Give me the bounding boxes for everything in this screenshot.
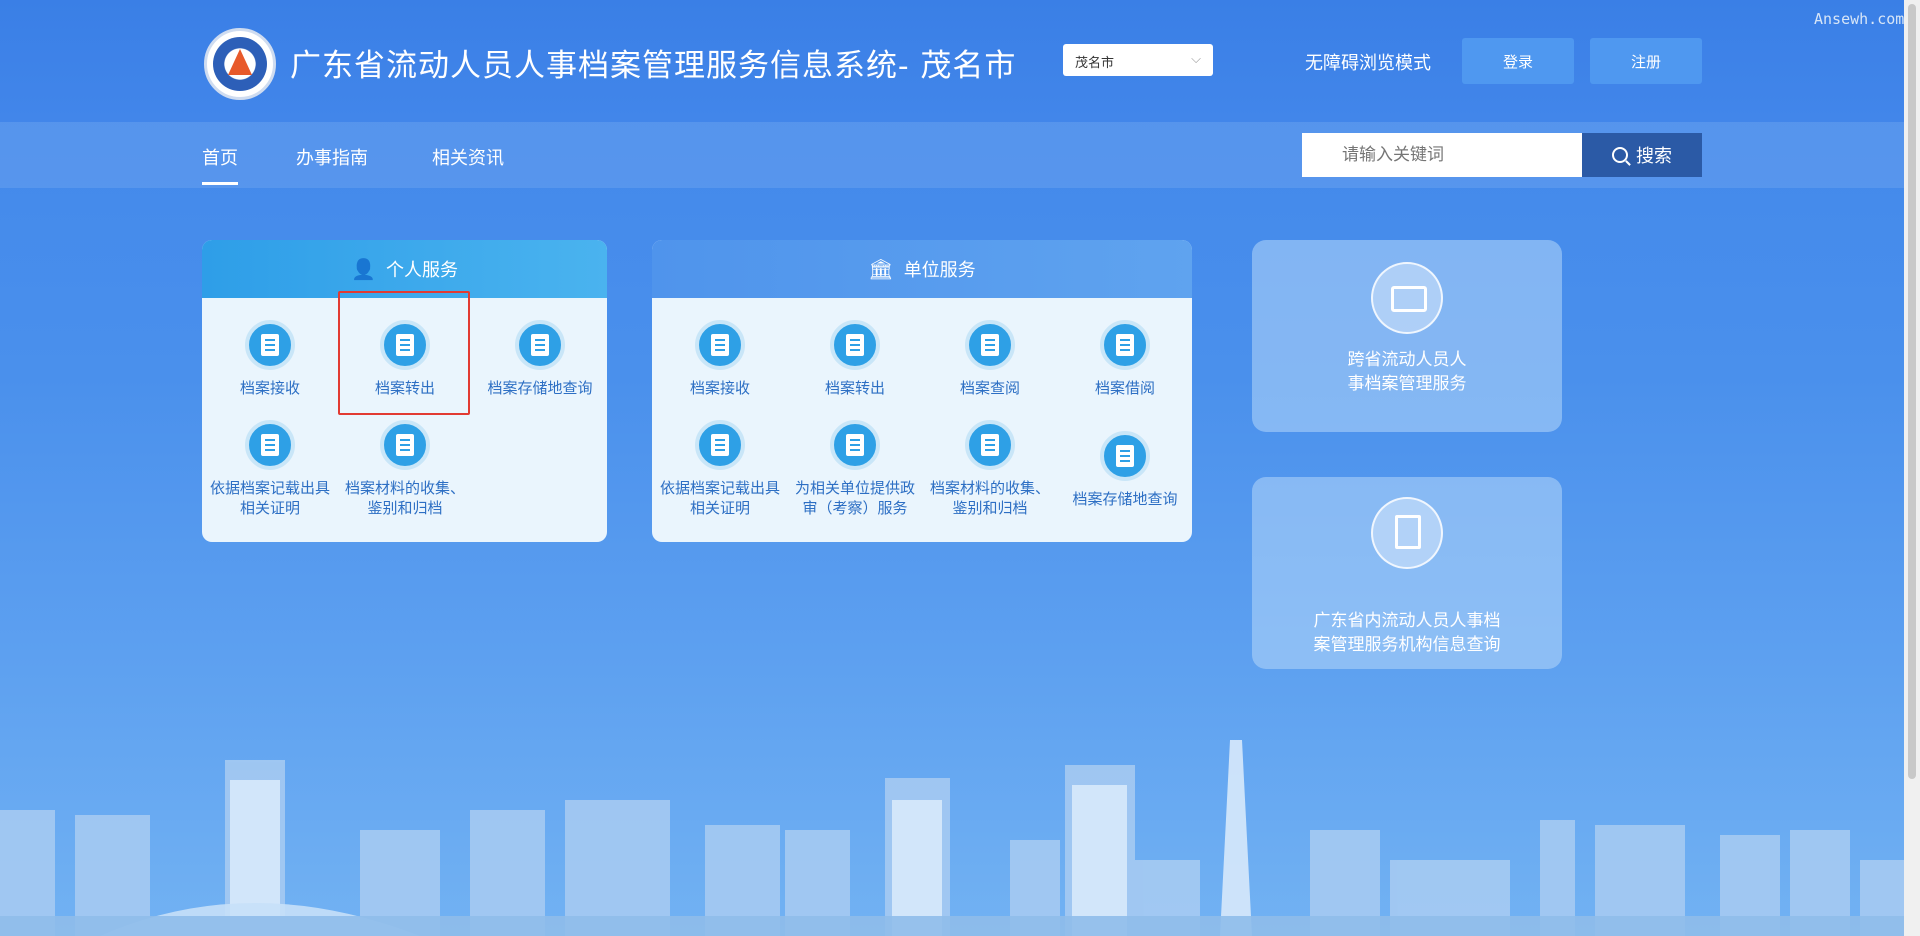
city-select-value: 茂名市 (1075, 56, 1115, 71)
service-label-line2: 鉴别和归档 (367, 499, 443, 517)
service-unit-receive[interactable]: 档案接收 (650, 320, 790, 398)
service-label: 档案查阅 (959, 379, 1020, 397)
card-line2: 事档案管理服务 (1347, 374, 1467, 394)
page-scrollbar[interactable] (1904, 0, 1920, 936)
city-skyline-illustration (0, 740, 1920, 936)
service-unit-archive[interactable]: 档案材料的收集、 鉴别和归档 (920, 420, 1060, 518)
nav-guide[interactable]: 办事指南 (296, 144, 368, 170)
card-cross-province[interactable]: 跨省流动人员人 事档案管理服务 (1252, 240, 1562, 432)
document-in-icon (695, 320, 745, 370)
service-unit-storage-query[interactable]: 档案存储地查询 (1055, 431, 1195, 509)
service-label-line2: 审（考察）服务 (802, 499, 908, 517)
document-search-icon (1100, 431, 1150, 481)
service-personal-archive[interactable]: 档案材料的收集、 鉴别和归档 (335, 420, 475, 518)
document-out-icon (830, 320, 880, 370)
id-card-icon (1371, 262, 1443, 334)
document-in-icon (245, 320, 295, 370)
emblem-logo (204, 28, 276, 100)
document-borrow-icon (1100, 320, 1150, 370)
certificate-icon (245, 420, 295, 470)
service-label: 档案接收 (689, 379, 750, 397)
service-personal-storage-query[interactable]: 档案存储地查询 (470, 320, 610, 398)
book-icon (965, 320, 1015, 370)
service-label-line1: 依据档案记载出具 (659, 479, 780, 497)
card-line1: 跨省流动人员人 (1347, 350, 1467, 370)
watermark: Ansewh.com (1814, 10, 1905, 28)
service-label-line1: 档案材料的收集、 (929, 479, 1050, 497)
card-province-institution-query[interactable]: 广东省内流动人员人事档 案管理服务机构信息查询 (1252, 477, 1562, 669)
service-personal-receive[interactable]: 档案接收 (200, 320, 340, 398)
card-line2: 案管理服务机构信息查询 (1313, 635, 1501, 655)
emblem-icon (213, 37, 267, 91)
service-label-line1: 依据档案记载出具 (209, 479, 330, 497)
search-input[interactable] (1302, 133, 1582, 177)
service-label: 档案转出 (824, 379, 885, 397)
service-label-line2: 相关证明 (239, 499, 300, 517)
service-label: 档案借阅 (1094, 379, 1155, 397)
document-search-icon (515, 320, 565, 370)
nav-home[interactable]: 首页 (202, 144, 238, 185)
certificate-icon (695, 420, 745, 470)
search-button[interactable]: 搜索 (1582, 133, 1702, 177)
personal-services-title: 个人服务 (385, 260, 458, 281)
city-select[interactable]: 茂名市 ⌵ (1063, 44, 1213, 76)
service-label: 档案存储地查询 (487, 379, 593, 397)
search-button-label: 搜索 (1636, 146, 1672, 167)
register-button[interactable]: 注册 (1590, 38, 1702, 84)
building-search-icon (1371, 497, 1443, 569)
scrollbar-thumb[interactable] (1908, 4, 1916, 779)
service-label: 档案存储地查询 (1072, 490, 1178, 508)
unit-services-header: 🏛 单位服务 (652, 240, 1192, 298)
archive-icon (965, 420, 1015, 470)
review-icon (830, 420, 880, 470)
accessibility-mode-link[interactable]: 无障碍浏览模式 (1305, 49, 1431, 75)
service-label-line1: 为相关单位提供政 (794, 479, 915, 497)
service-unit-consult[interactable]: 档案查阅 (920, 320, 1060, 398)
service-label-line1: 档案材料的收集、 (344, 479, 465, 497)
login-button[interactable]: 登录 (1462, 38, 1574, 84)
service-unit-transfer-out[interactable]: 档案转出 (785, 320, 925, 398)
service-unit-certificate[interactable]: 依据档案记载出具 相关证明 (650, 420, 790, 518)
user-icon: 👤 (351, 257, 376, 281)
highlight-box (338, 291, 470, 415)
search-icon (1612, 147, 1628, 163)
personal-services-header: 👤 个人服务 (202, 240, 607, 298)
bank-icon: 🏛 (868, 257, 894, 281)
site-title: 广东省流动人员人事档案管理服务信息系统- 茂名市 (290, 48, 1017, 84)
card-line1: 广东省内流动人员人事档 (1313, 611, 1501, 631)
service-label: 档案接收 (239, 379, 300, 397)
service-unit-borrow[interactable]: 档案借阅 (1055, 320, 1195, 398)
service-label-line2: 鉴别和归档 (952, 499, 1028, 517)
chevron-down-icon: ⌵ (1191, 52, 1201, 67)
unit-services-title: 单位服务 (903, 260, 976, 281)
archive-icon (380, 420, 430, 470)
nav-news[interactable]: 相关资讯 (432, 144, 504, 170)
service-label-line2: 相关证明 (689, 499, 750, 517)
service-personal-certificate[interactable]: 依据档案记载出具 相关证明 (200, 420, 340, 518)
service-unit-review[interactable]: 为相关单位提供政 审（考察）服务 (785, 420, 925, 518)
